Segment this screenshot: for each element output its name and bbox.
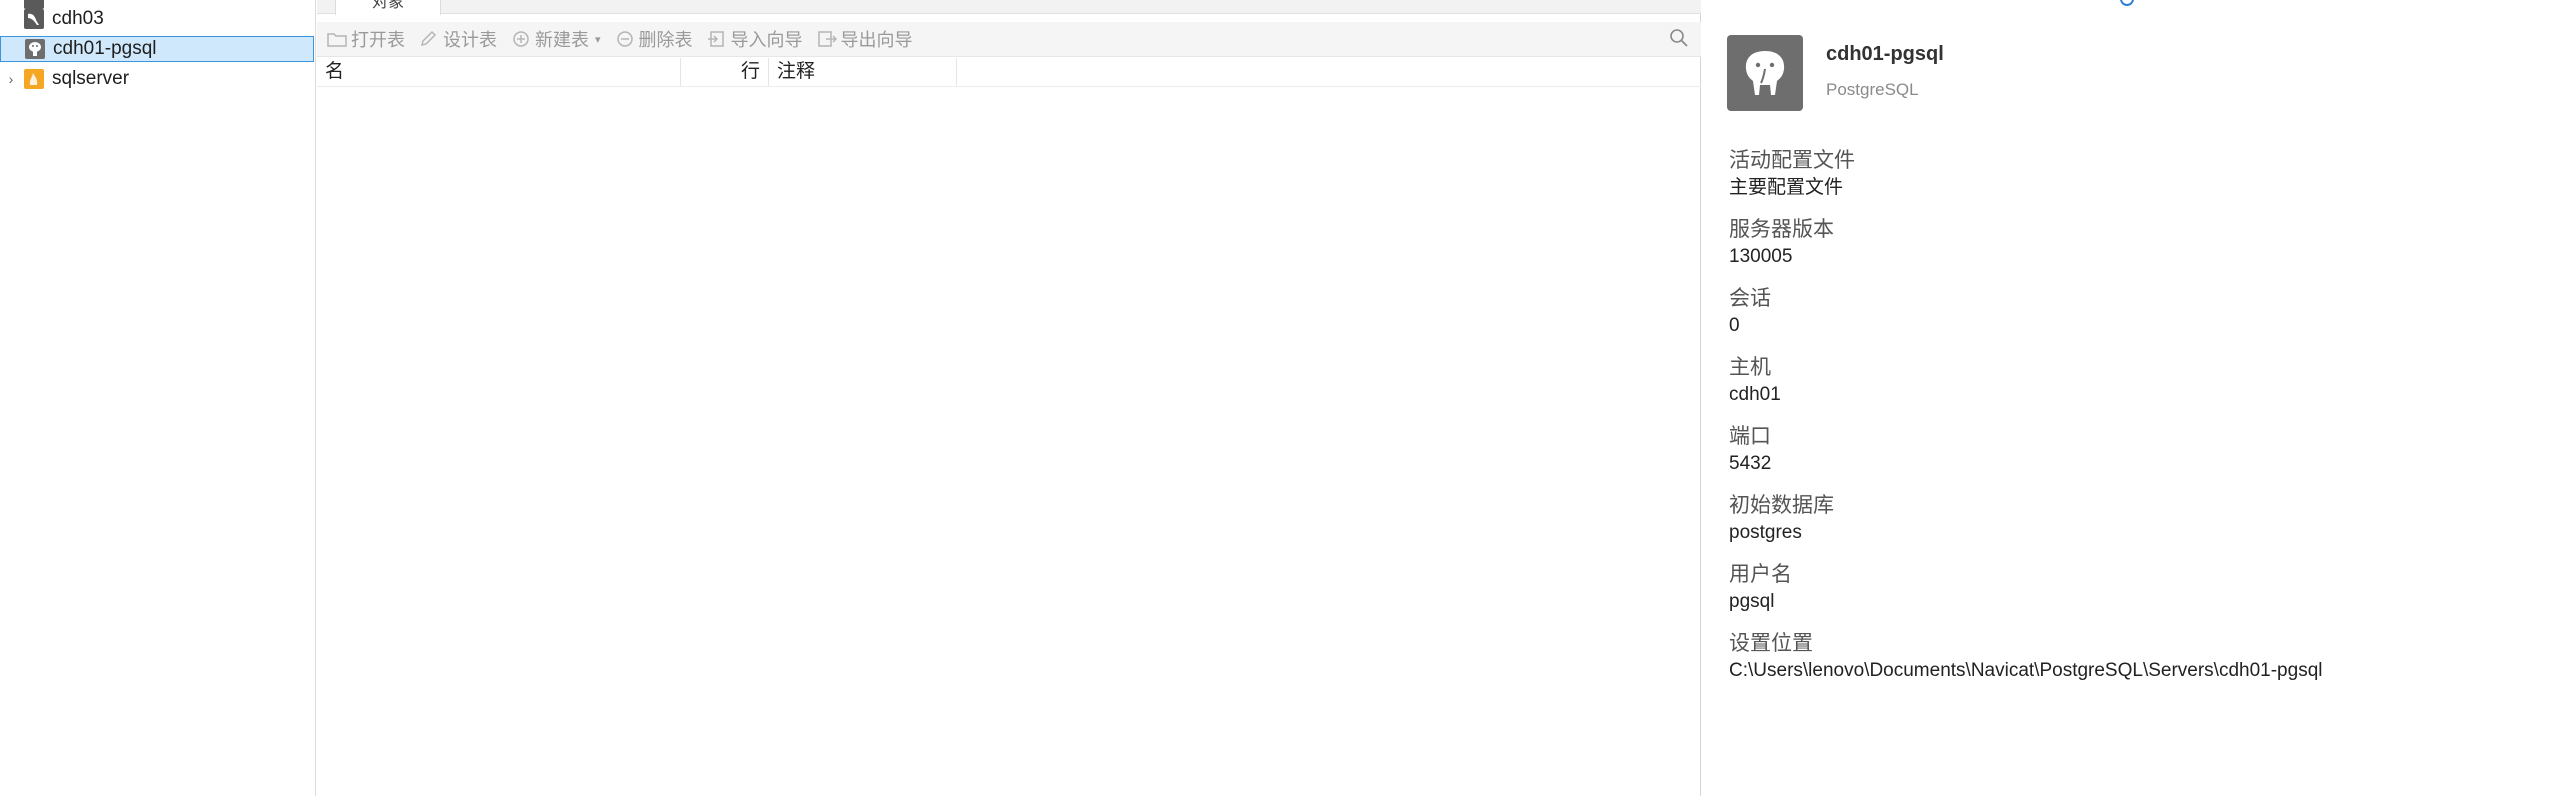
property-value: pgsql [1729,591,1775,612]
connection-tree: cdh03 cdh01-pgsql › sqlserver [0,0,316,796]
delete-table-button[interactable]: 删除表 [615,26,693,52]
property-value: 5432 [1729,453,1772,474]
folder-open-icon [327,33,347,47]
property-username: 用户名 pgsql [1729,560,1792,615]
export-wizard-label: 导出向导 [840,30,913,50]
objects-grid-header: 名 行 注释 [317,58,1701,87]
tab-strip: 对象 [317,0,1701,15]
tree-item-sqlserver[interactable]: › sqlserver [0,66,314,92]
open-table-button[interactable]: 打开表 [327,26,405,52]
property-key: 设置位置 [1729,632,1813,655]
info-circle-icon[interactable] [2120,0,2134,6]
property-host: 主机 cdh01 [1729,353,1781,408]
tab-objects[interactable]: 对象 [335,0,441,15]
column-header-name[interactable]: 名 [317,58,681,86]
property-value: 130005 [1729,246,1793,267]
property-value: 主要配置文件 [1729,177,1844,198]
property-key: 活动配置文件 [1729,149,1855,172]
import-wizard-label: 导入向导 [730,30,803,50]
export-icon [817,31,837,47]
chevron-right-icon[interactable]: › [0,71,22,87]
dropdown-arrow-icon[interactable]: ▾ [595,33,601,46]
property-settings-location: 设置位置 C:\Users\lenovo\Documents\Navicat\P… [1729,629,2322,684]
connection-type: PostgreSQL [1826,80,1919,99]
property-server-version: 服务器版本 130005 [1729,215,1834,270]
tree-item-label: sqlserver [52,68,130,89]
design-table-button[interactable]: 设计表 [419,26,497,52]
property-sessions: 会话 0 [1729,284,1771,339]
objects-toolbar: 打开表 设计表 新建表 ▾ 删除表 导入向导 导出向导 [317,22,1701,57]
property-value[interactable]: C:\Users\lenovo\Documents\Navicat\Postgr… [1729,658,2322,684]
minus-circle-icon [616,31,633,47]
column-header-comment[interactable]: 注释 [769,58,957,86]
open-table-label: 打开表 [351,30,405,50]
property-initial-database: 初始数据库 postgres [1729,491,1834,546]
property-port: 端口 5432 [1729,422,1771,477]
property-key: 服务器版本 [1729,218,1834,241]
sqlserver-connection-icon [22,67,46,91]
tree-item-cdh01-pgsql[interactable]: cdh01-pgsql [0,36,314,62]
search-icon[interactable] [1669,28,1689,53]
new-table-button[interactable]: 新建表 ▾ [511,26,601,52]
connection-info-panel: cdh01-pgsql PostgreSQL 活动配置文件 主要配置文件 服务器… [1702,0,2559,796]
property-value: postgres [1729,522,1802,543]
import-wizard-button[interactable]: 导入向导 [707,26,803,52]
property-key: 主机 [1729,356,1771,379]
new-table-label: 新建表 [535,30,589,50]
objects-pane: 对象 打开表 设计表 新建表 ▾ 删除表 导入向导 导出向导 名 行 注释 [317,0,1701,796]
property-key: 会话 [1729,287,1771,310]
tree-item-cdh03[interactable]: cdh03 [0,6,314,32]
postgresql-elephant-icon [1727,35,1803,111]
property-key: 用户名 [1729,563,1792,586]
postgresql-connection-icon [23,37,47,61]
plus-circle-icon [513,31,529,47]
column-header-rows[interactable]: 行 [681,58,769,86]
property-key: 初始数据库 [1729,494,1834,517]
property-active-profile: 活动配置文件 主要配置文件 [1729,146,1855,201]
tree-item-label: cdh03 [52,8,104,29]
tree-item-label: cdh01-pgsql [53,38,157,59]
property-value: cdh01 [1729,384,1781,405]
mysql-connection-icon [22,7,46,31]
design-table-label: 设计表 [443,30,497,50]
export-wizard-button[interactable]: 导出向导 [817,26,913,52]
connection-name: cdh01-pgsql [1826,43,1944,65]
property-value: 0 [1729,315,1740,336]
property-key: 端口 [1729,425,1771,448]
pencil-icon [420,30,437,47]
delete-table-label: 删除表 [638,30,693,50]
import-icon [707,31,724,47]
